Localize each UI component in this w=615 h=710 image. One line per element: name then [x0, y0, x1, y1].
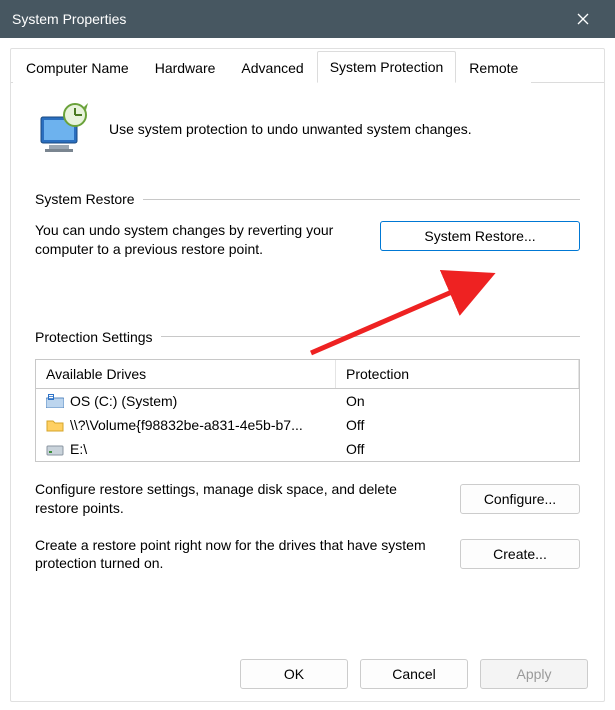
- create-button[interactable]: Create...: [460, 539, 580, 569]
- configure-description: Configure restore settings, manage disk …: [35, 480, 444, 518]
- column-header-drives[interactable]: Available Drives: [36, 360, 336, 388]
- close-button[interactable]: [563, 0, 603, 38]
- column-header-protection[interactable]: Protection: [336, 360, 579, 388]
- drive-protection-status: Off: [336, 415, 579, 435]
- tab-hardware[interactable]: Hardware: [142, 52, 229, 83]
- dialog-footer: OK Cancel Apply: [11, 647, 604, 701]
- drives-table: Available Drives Protection OS (C:) (Sys…: [35, 359, 580, 462]
- fixed-drive-icon: [46, 442, 64, 456]
- tab-computer-name[interactable]: Computer Name: [13, 52, 142, 83]
- drive-name: \\?\Volume{f98832be-a831-4e5b-b7...: [70, 417, 303, 433]
- intro-text: Use system protection to undo unwanted s…: [109, 121, 472, 137]
- system-restore-button[interactable]: System Restore...: [380, 221, 580, 251]
- system-protection-icon: [35, 101, 91, 157]
- red-arrow-annotation: [301, 263, 531, 363]
- os-drive-icon: [46, 394, 64, 408]
- drive-name: OS (C:) (System): [70, 393, 177, 409]
- tab-bar: Computer Name Hardware Advanced System P…: [11, 49, 604, 83]
- table-row[interactable]: E:\ Off: [36, 437, 579, 461]
- tab-remote[interactable]: Remote: [456, 52, 531, 83]
- drive-protection-status: Off: [336, 439, 579, 459]
- system-restore-description: You can undo system changes by reverting…: [35, 221, 364, 259]
- table-row[interactable]: \\?\Volume{f98832be-a831-4e5b-b7... Off: [36, 413, 579, 437]
- cancel-button[interactable]: Cancel: [360, 659, 468, 689]
- drive-name: E:\: [70, 441, 87, 457]
- folder-icon: [46, 418, 64, 432]
- drive-protection-status: On: [336, 391, 579, 411]
- system-restore-group-label: System Restore: [35, 191, 135, 207]
- titlebar: System Properties: [0, 0, 615, 38]
- create-description: Create a restore point right now for the…: [35, 536, 444, 574]
- system-properties-window: System Properties Computer Name Hardware…: [0, 0, 615, 710]
- tab-advanced[interactable]: Advanced: [228, 52, 316, 83]
- close-icon: [577, 13, 589, 25]
- window-title: System Properties: [12, 11, 126, 27]
- protection-settings-group-label: Protection Settings: [35, 329, 153, 345]
- ok-button[interactable]: OK: [240, 659, 348, 689]
- table-row[interactable]: OS (C:) (System) On: [36, 389, 579, 413]
- tab-system-protection[interactable]: System Protection: [317, 51, 457, 83]
- apply-button[interactable]: Apply: [480, 659, 588, 689]
- configure-button[interactable]: Configure...: [460, 484, 580, 514]
